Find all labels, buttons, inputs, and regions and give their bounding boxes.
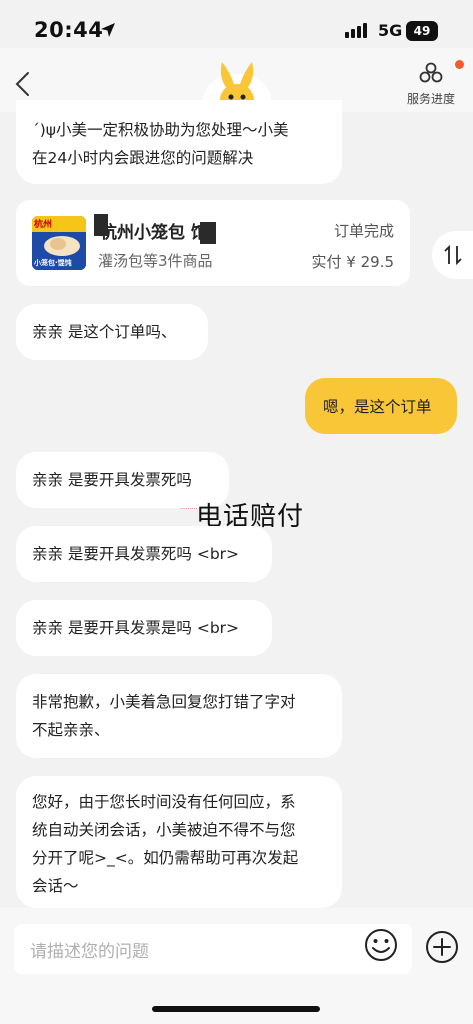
thumb-text-bottom: 小笼包·馄饨 (34, 259, 72, 267)
plus-icon[interactable] (425, 930, 459, 964)
service-progress-button[interactable]: 服务进度 (401, 62, 461, 107)
message-text: 亲亲 是要开具发票死吗 <br> (32, 545, 240, 563)
thumb-text-top: 杭州 (34, 220, 53, 230)
message-text: 亲亲 是要开具发票死吗 (32, 471, 192, 489)
agent-message-bubble: 亲亲 是这个订单吗、 (16, 304, 208, 360)
service-progress-icon (419, 62, 443, 83)
service-progress-label: 服务进度 (406, 92, 455, 106)
redaction-block (200, 222, 216, 244)
order-card[interactable]: 杭州 小笼包·馄饨 杭州小笼包 馆 灌汤包等3件商品 订单完成 实付 ¥ 29.… (16, 200, 410, 286)
agent-message-bubble: ´)ψ小美一定积极协助为您处理～小美 在24小时内会跟进您的问题解决 (16, 100, 342, 184)
message-text: 统自动关闭会话，小美被迫不得不与您 (32, 821, 296, 839)
redaction-block (94, 214, 108, 236)
signal-strength-icon (345, 23, 367, 38)
agent-message-bubble: 亲亲 是要开具发票是吗 <br> (16, 600, 272, 656)
message-text: 会话～ (32, 877, 79, 895)
home-indicator (152, 1006, 320, 1012)
swap-arrows-icon (444, 244, 462, 266)
message-text: 分开了呢>_<。如仍需帮助可再次发起 (32, 849, 299, 867)
network-type: 5G (378, 21, 403, 40)
emoji-icon[interactable] (364, 928, 398, 962)
message-text: 亲亲 是要开具发票是吗 <br> (32, 619, 240, 637)
order-paid-amount: 实付 ¥ 29.5 (311, 253, 394, 271)
message-text: 您好，由于您长时间没有任何回应，系 (32, 793, 296, 811)
switch-order-button[interactable] (432, 231, 473, 279)
shop-name: 杭州小笼包 馆 (100, 223, 208, 243)
message-input[interactable]: 请描述您的问题 (14, 924, 412, 974)
location-arrow-icon (101, 23, 115, 37)
notification-dot (455, 60, 464, 69)
message-text: 不起亲亲、 (32, 721, 110, 739)
message-text: 亲亲 是这个订单吗、 (32, 323, 177, 341)
message-text: 非常抱歉，小美着急回复您打错了字对 (32, 693, 296, 711)
message-text: ´)ψ小美一定积极协助为您处理～小美 (32, 121, 289, 139)
message-text: 嗯，是这个订单 (323, 398, 432, 416)
battery-icon: 49 (406, 21, 438, 41)
agent-message-bubble: 非常抱歉，小美着急回复您打错了字对 不起亲亲、 (16, 674, 342, 758)
user-message-bubble: 嗯，是这个订单 (305, 378, 457, 434)
back-arrow-icon[interactable] (12, 70, 34, 98)
status-time: 20:44 (34, 18, 104, 42)
agent-message-bubble: 您好，由于您长时间没有任何回应，系 统自动关闭会话，小美被迫不得不与您 分开了呢… (16, 776, 342, 908)
watermark-small-text: ········· (180, 506, 198, 513)
shop-thumbnail: 杭州 小笼包·馄饨 (32, 216, 86, 270)
agent-message-bubble: 亲亲 是要开具发票死吗 <br> (16, 526, 272, 582)
order-items: 灌汤包等3件商品 (98, 252, 213, 270)
message-text: 在24小时内会跟进您的问题解决 (32, 149, 254, 167)
order-status: 订单完成 (333, 222, 394, 240)
